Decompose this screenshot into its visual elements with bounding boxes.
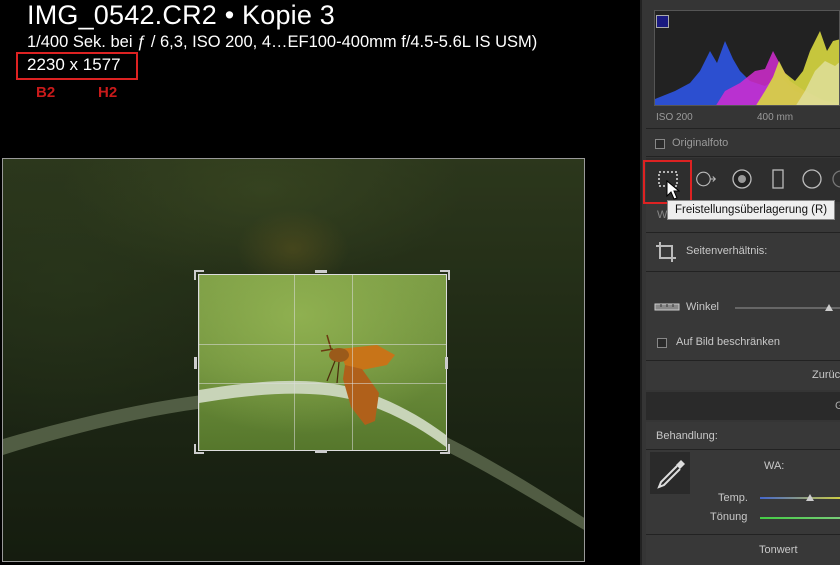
temp-slider[interactable] — [760, 497, 840, 499]
temp-slider-thumb[interactable] — [806, 494, 814, 501]
temp-label: Temp. — [718, 492, 748, 504]
angle-slider-thumb[interactable] — [825, 304, 833, 311]
crop-grid-line — [199, 275, 200, 450]
red-eye-icon[interactable] — [731, 168, 753, 190]
crop-handle-top-right[interactable] — [440, 270, 450, 280]
mouse-cursor-icon — [666, 180, 680, 200]
divider — [646, 449, 840, 450]
crop-grid-line — [352, 275, 353, 450]
histogram-graph — [655, 31, 839, 105]
crop-handle-bottom-right[interactable] — [440, 444, 450, 454]
image-dimensions: 2230 x 1577 — [27, 55, 121, 74]
exif-info: 1/400 Sek. bei ƒ / 6,3, ISO 200, 4…EF100… — [27, 33, 538, 51]
tint-slider[interactable] — [760, 517, 840, 519]
original-photo-label: Originalfoto — [672, 137, 729, 149]
eyedropper-icon[interactable] — [655, 456, 687, 490]
image-title: IMG_0542.CR2 • Kopie 3 — [27, 0, 336, 30]
reset-button[interactable]: Zurüc — [812, 369, 840, 381]
spot-removal-icon[interactable] — [695, 168, 717, 190]
tone-label: Tonwert — [759, 544, 798, 556]
crop-grid-line — [294, 275, 295, 450]
constrain-label: Auf Bild beschränken — [676, 336, 780, 348]
tint-label: Tönung — [710, 511, 748, 523]
crop-grid-line — [199, 383, 446, 384]
crop-handle-left[interactable] — [194, 357, 197, 369]
crop-handle-bottom[interactable] — [315, 450, 327, 453]
divider — [646, 534, 840, 535]
wb-label: WA: — [764, 460, 785, 472]
angle-label: Winkel — [686, 301, 720, 313]
divider — [646, 156, 840, 157]
butterfly — [320, 334, 395, 425]
crop-content — [199, 334, 446, 447]
crop-panel-partial-label: W — [657, 209, 668, 221]
aspect-ratio-label: Seitenverhältnis: — [686, 245, 768, 257]
crop-handle-top-left[interactable] — [194, 270, 204, 280]
crop-overlay-tooltip: Freistellungsüberlagerung (R) — [667, 200, 835, 220]
original-photo-checkbox[interactable] — [655, 139, 665, 149]
histogram[interactable] — [654, 10, 840, 106]
graduated-filter-icon[interactable] — [767, 168, 789, 190]
radial-filter-icon[interactable] — [801, 168, 823, 190]
section-header-label: G — [835, 400, 840, 412]
photo-canvas[interactable] — [2, 158, 585, 562]
adjustment-brush-icon[interactable] — [832, 168, 840, 190]
crop-grid-line — [199, 344, 446, 345]
divider — [646, 360, 840, 361]
crop-handle-right[interactable] — [445, 357, 448, 369]
annotation-h2: H2 — [98, 84, 118, 101]
histogram-focal: 400 mm — [757, 112, 794, 123]
constrain-checkbox[interactable] — [657, 338, 667, 348]
divider — [646, 232, 840, 233]
crop-frame-icon[interactable] — [654, 240, 678, 264]
divider — [646, 128, 840, 129]
crop-handle-bottom-left[interactable] — [194, 444, 204, 454]
crop-rectangle[interactable] — [198, 274, 447, 451]
histogram-iso: ISO 200 — [656, 112, 693, 123]
straighten-tool-icon[interactable] — [653, 297, 681, 317]
clipping-indicator-icon[interactable] — [656, 15, 669, 28]
annotation-b2: B2 — [36, 84, 56, 101]
divider — [646, 271, 840, 272]
treatment-label: Behandlung: — [656, 430, 718, 442]
section-header[interactable] — [646, 392, 840, 420]
crop-handle-top[interactable] — [315, 270, 327, 273]
